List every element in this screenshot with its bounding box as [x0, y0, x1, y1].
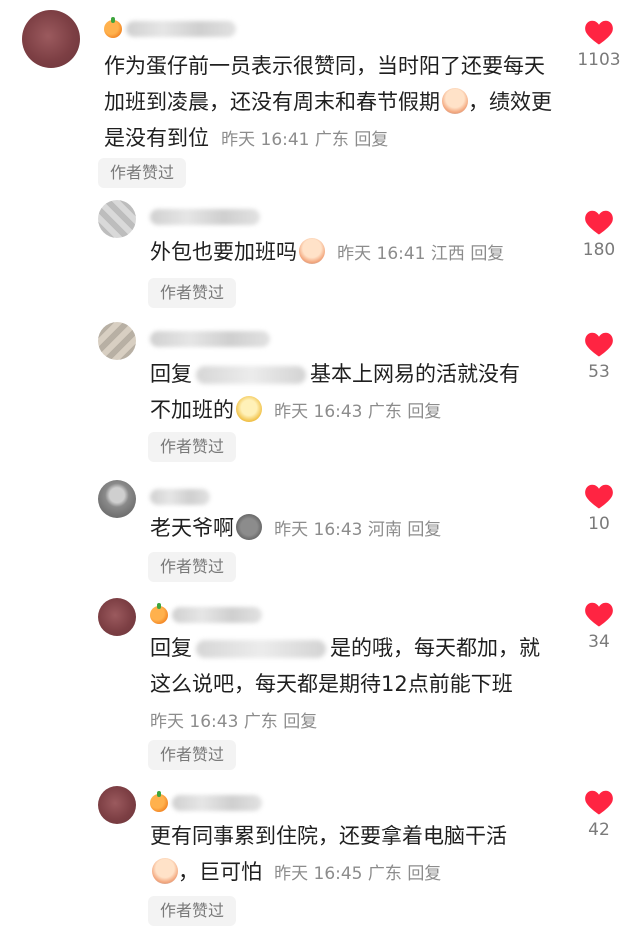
money-bag-emoji-icon: [236, 514, 262, 540]
author-liked-tag: 作者赞过: [148, 432, 237, 462]
like-count: 10: [588, 514, 610, 534]
like-count: 180: [582, 240, 616, 260]
like-button[interactable]: 1103: [564, 18, 634, 70]
reply-button[interactable]: 回复: [407, 864, 441, 884]
avatar[interactable]: [98, 786, 136, 824]
author-liked-tag: 作者赞过: [148, 278, 237, 308]
comment-time: 昨天 16:41: [221, 130, 310, 150]
comment-time: 昨天 16:43: [274, 520, 363, 540]
comment-text[interactable]: 作为蛋仔前一员表示很赞同，当时阳了还要每天加班到凌晨，还没有周末和春节假期 ，绩效…: [104, 48, 564, 158]
avatar[interactable]: [98, 322, 136, 360]
comment-text[interactable]: 外包也要加班吗 昨天 16:41 江西 回复: [150, 234, 570, 272]
author-liked-tag: 作者赞过: [98, 158, 187, 188]
fan-badge-icon: [150, 791, 168, 812]
username[interactable]: [150, 603, 262, 626]
reply-button[interactable]: 回复: [407, 402, 441, 422]
reply-button[interactable]: 回复: [407, 520, 441, 540]
like-count: 1103: [577, 50, 621, 70]
author-liked-tag: 作者赞过: [148, 552, 237, 582]
comment-item: 作为蛋仔前一员表示很赞同，当时阳了还要每天加班到凌晨，还没有周末和春节假期 ，绩效…: [0, 10, 640, 190]
comment-text[interactable]: 老天爷啊 昨天 16:43 河南 回复: [150, 510, 570, 548]
like-button[interactable]: 10: [564, 482, 634, 534]
crying-emoji-icon: [299, 238, 325, 264]
author-liked-tag: 作者赞过: [148, 740, 237, 770]
like-button[interactable]: 34: [564, 600, 634, 652]
username[interactable]: [150, 791, 262, 814]
crying-emoji-icon: [152, 858, 178, 884]
heart-icon: [585, 20, 613, 45]
like-count: 34: [588, 632, 610, 652]
comment-item: 回复 基本上网易的活就没有 不加班的 昨天 16:43 广东 回复 作者赞过 53: [0, 322, 640, 472]
comment-time: 昨天 16:43: [150, 712, 239, 732]
fan-badge-icon: [150, 603, 168, 624]
heart-icon: [585, 484, 613, 509]
comment-location: 广东: [243, 712, 278, 732]
avatar[interactable]: [22, 10, 80, 68]
comment-item: 老天爷啊 昨天 16:43 河南 回复 作者赞过 10: [0, 480, 640, 590]
comment-text[interactable]: 回复 是的哦，每天都加，就 这么说吧，每天都是期待12点前能下班 昨天 16:43…: [150, 630, 570, 740]
comment-location: 河南: [367, 520, 402, 540]
reply-button[interactable]: 回复: [283, 712, 317, 732]
comment-text[interactable]: 回复 基本上网易的活就没有 不加班的 昨天 16:43 广东 回复: [150, 356, 570, 430]
comment-time: 昨天 16:41: [337, 244, 426, 264]
heart-icon: [585, 332, 613, 357]
like-button[interactable]: 42: [564, 788, 634, 840]
avatar[interactable]: [98, 200, 136, 238]
username[interactable]: [104, 17, 236, 40]
fan-badge-icon: [104, 17, 122, 38]
like-count: 42: [588, 820, 610, 840]
comment-text[interactable]: 更有同事累到住院，还要拿着电脑干活 ，巨可怕 昨天 16:45 广东 回复: [150, 818, 570, 892]
comment-item: 更有同事累到住院，还要拿着电脑干活 ，巨可怕 昨天 16:45 广东 回复 作者…: [0, 786, 640, 936]
comment-time: 昨天 16:45: [274, 864, 363, 884]
username[interactable]: [150, 486, 210, 508]
avatar[interactable]: [98, 598, 136, 636]
like-button[interactable]: 53: [564, 330, 634, 382]
comment-location: 广东: [367, 864, 402, 884]
reply-button[interactable]: 回复: [354, 130, 388, 150]
comment-item: 回复 是的哦，每天都加，就 这么说吧，每天都是期待12点前能下班 昨天 16:43…: [0, 598, 640, 778]
dog-emoji-icon: [236, 396, 262, 422]
comment-location: 广东: [367, 402, 402, 422]
author-liked-tag: 作者赞过: [148, 896, 237, 926]
heart-icon: [585, 790, 613, 815]
heart-icon: [585, 210, 613, 235]
username[interactable]: [150, 206, 260, 228]
crying-emoji-icon: [442, 88, 468, 114]
heart-icon: [585, 602, 613, 627]
like-count: 53: [588, 362, 610, 382]
avatar[interactable]: [98, 480, 136, 518]
like-button[interactable]: 180: [564, 208, 634, 260]
comment-time: 昨天 16:43: [274, 402, 363, 422]
comment-location: 江西: [430, 244, 465, 264]
comment-location: 广东: [314, 130, 349, 150]
comment-item: 外包也要加班吗 昨天 16:41 江西 回复 作者赞过 180: [0, 200, 640, 310]
username[interactable]: [150, 328, 270, 350]
reply-button[interactable]: 回复: [470, 244, 504, 264]
